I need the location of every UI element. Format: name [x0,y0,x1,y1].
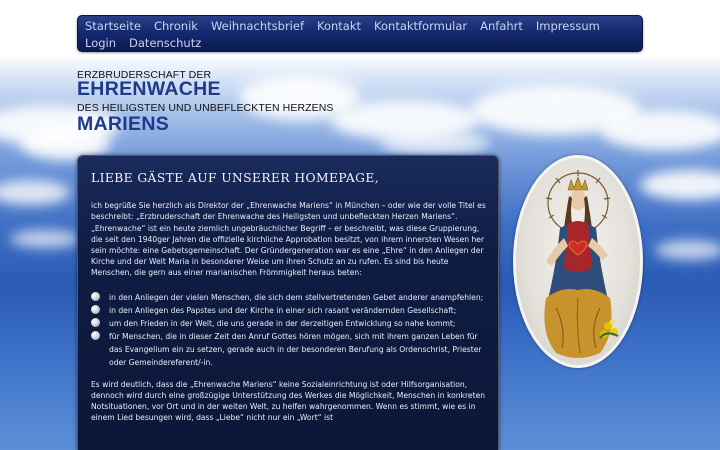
content-panel: LIEBE GÄSTE AUF UNSERER HOMEPAGE, ich be… [77,155,499,450]
bullet-icon [91,330,100,340]
nav-link-startseite[interactable]: Startseite [85,18,141,35]
list-item: für Menschen, die in dieser Zeit den Anr… [91,330,486,369]
nav-link-kontakt[interactable]: Kontakt [317,18,361,35]
nav-link-impressum[interactable]: Impressum [536,18,600,35]
nav-link-datenschutz[interactable]: Datenschutz [129,35,201,52]
list-item: in den Anliegen der vielen Menschen, die… [91,291,486,304]
ehrenwache-paragraph: „Ehrenwache“ ist ein heute ziemlich unge… [91,223,485,278]
prayer-intentions-list: in den Anliegen der vielen Menschen, die… [91,291,486,369]
nav-link-login[interactable]: Login [85,35,116,52]
bullet-icon [91,291,100,301]
closing-paragraph: Es wird deutlich, dass die „Ehrenwache M… [91,379,486,423]
nav-link-chronik[interactable]: Chronik [154,18,198,35]
main-navigation: Startseite Chronik Weihnachtsbrief Konta… [77,15,643,52]
site-title-line2: EHRENWACHE [77,78,221,100]
nav-link-anfahrt[interactable]: Anfahrt [480,18,523,35]
list-item: um den Frieden in der Welt, die uns gera… [91,317,486,330]
site-title-line4: MARIENS [77,113,170,135]
nav-link-weihnachtsbrief[interactable]: Weihnachtsbrief [211,18,304,35]
madonna-figure-icon [544,170,619,358]
madonna-image [513,155,643,368]
intro-paragraph: ich begrüße Sie herzlich als Direktor de… [91,201,486,222]
nav-link-kontaktformular[interactable]: Kontaktformular [374,18,467,35]
bullet-icon [91,304,100,314]
page-heading: LIEBE GÄSTE AUF UNSERER HOMEPAGE, [91,171,380,185]
bullet-icon [91,317,100,327]
list-item: in den Anliegen des Papstes und der Kirc… [91,304,486,317]
